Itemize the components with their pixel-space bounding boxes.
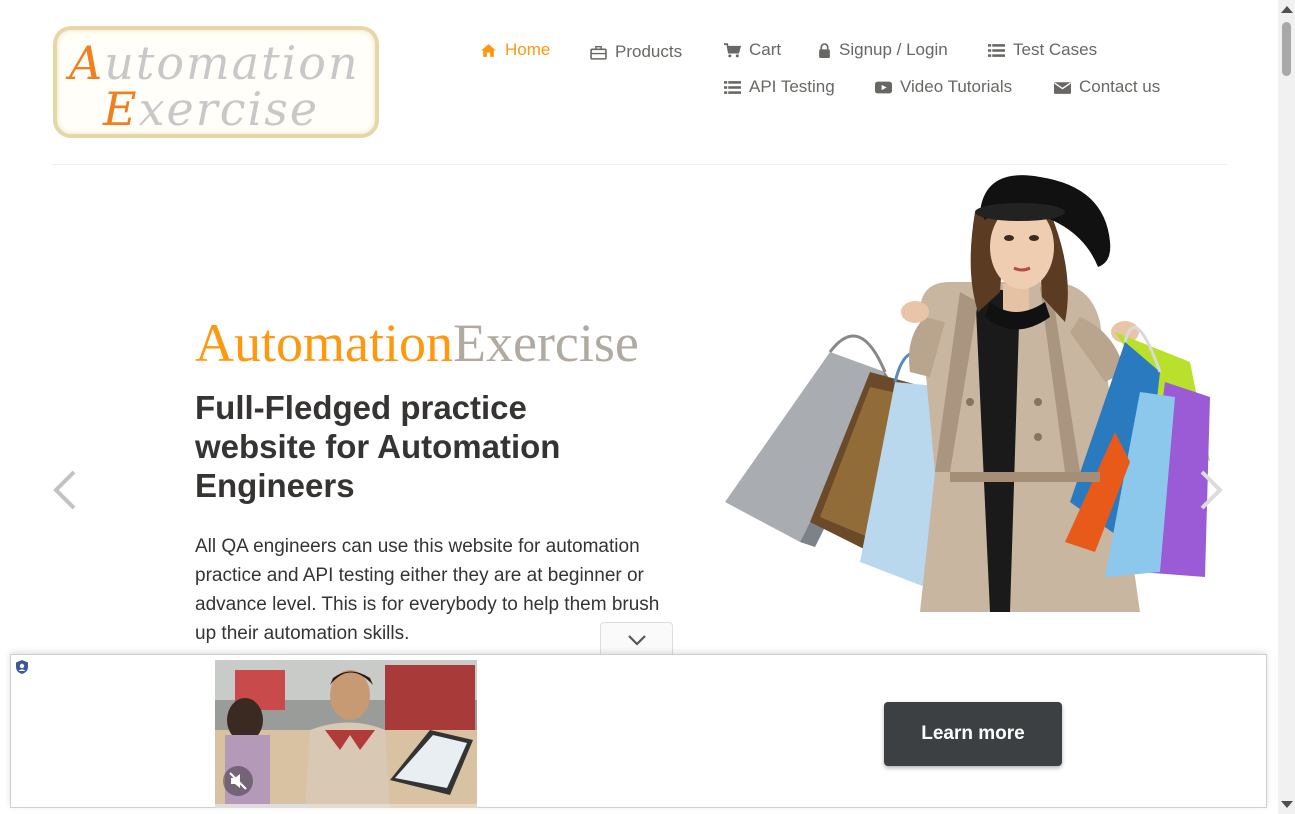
nav-api-testing-link[interactable]: API Testing bbox=[724, 77, 835, 97]
video-progress-bar[interactable] bbox=[215, 804, 477, 808]
chevron-left-icon bbox=[53, 470, 76, 510]
nav-api-testing-label: API Testing bbox=[749, 77, 835, 96]
cart-icon bbox=[724, 42, 741, 58]
nav-products-link[interactable]: Products bbox=[590, 42, 682, 62]
nav-contact-us-link[interactable]: Contact us bbox=[1054, 77, 1160, 97]
slider-brand-title: AutomationExercise bbox=[195, 313, 639, 373]
ad-collapse-button[interactable] bbox=[600, 622, 673, 656]
scroll-thumb[interactable] bbox=[1282, 22, 1291, 76]
list-icon bbox=[724, 80, 741, 95]
nav-contact-us-label: Contact us bbox=[1079, 77, 1161, 96]
video-progress-fill bbox=[215, 804, 310, 808]
carousel-prev-button[interactable] bbox=[50, 470, 80, 510]
logo-line-2: Exercise bbox=[103, 82, 320, 136]
carousel-next-button[interactable] bbox=[1196, 470, 1226, 510]
mute-toggle-button[interactable] bbox=[223, 766, 253, 796]
ad-video-player[interactable] bbox=[215, 660, 477, 808]
nav-home-link[interactable]: Home bbox=[480, 40, 550, 60]
shield-icon[interactable] bbox=[14, 659, 30, 675]
nav-test-cases-label: Test Cases bbox=[1013, 40, 1098, 59]
site-logo[interactable]: Automation Exercise bbox=[53, 26, 379, 138]
products-icon bbox=[590, 45, 607, 60]
slider-headline: Full-Fledged practice website for Automa… bbox=[195, 389, 561, 504]
lock-icon bbox=[818, 42, 831, 58]
mute-icon bbox=[229, 772, 247, 790]
chevron-right-icon bbox=[1200, 470, 1223, 510]
nav-test-cases-link[interactable]: Test Cases bbox=[988, 40, 1097, 60]
nav-video-tutorials-label: Video Tutorials bbox=[900, 77, 1013, 96]
ad-video-frame bbox=[215, 660, 477, 808]
scroll-up-arrow-icon[interactable] bbox=[1281, 6, 1293, 13]
page-scrollbar[interactable] bbox=[1278, 0, 1295, 814]
bottom-ad-banner: Learn more bbox=[10, 654, 1267, 808]
chevron-down-icon bbox=[627, 634, 646, 646]
nav-signup-login-link[interactable]: Signup / Login bbox=[818, 40, 948, 60]
envelope-icon bbox=[1054, 80, 1071, 95]
nav-products-label: Products bbox=[615, 42, 683, 61]
nav-signup-login-label: Signup / Login bbox=[839, 40, 948, 59]
nav-video-tutorials-link[interactable]: Video Tutorials bbox=[875, 77, 1012, 97]
header-divider bbox=[52, 164, 1227, 165]
nav-cart-label: Cart bbox=[749, 40, 782, 59]
list-icon bbox=[988, 43, 1005, 58]
scroll-down-arrow-icon[interactable] bbox=[1281, 801, 1293, 808]
learn-more-button[interactable]: Learn more bbox=[884, 702, 1062, 766]
hero-shopping-girl-image bbox=[720, 172, 1210, 612]
nav-home-label: Home bbox=[505, 40, 551, 59]
home-icon bbox=[480, 43, 497, 58]
youtube-icon bbox=[875, 80, 892, 95]
nav-cart-link[interactable]: Cart bbox=[724, 40, 781, 60]
